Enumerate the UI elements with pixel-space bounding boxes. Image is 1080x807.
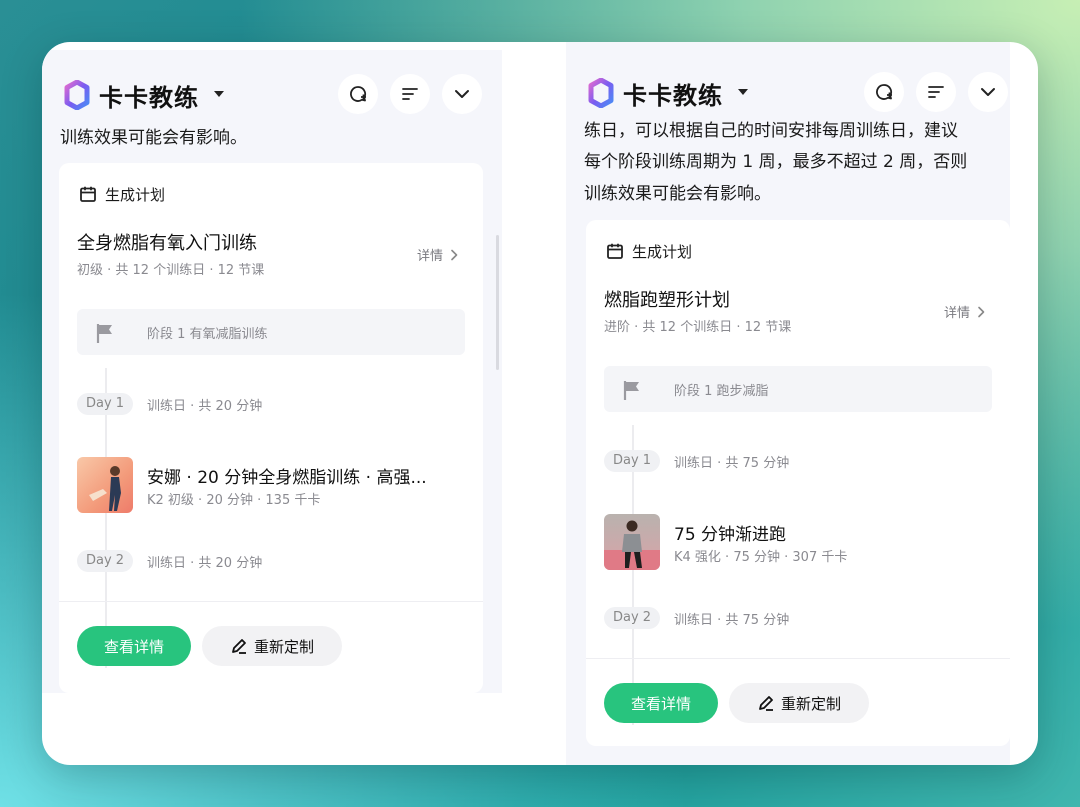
chevron-right-icon bbox=[978, 306, 985, 317]
course-meta: K4 强化 · 75 分钟 · 307 千卡 bbox=[674, 550, 848, 565]
chevron-down-icon bbox=[981, 88, 995, 96]
customize-label: 重新定制 bbox=[253, 637, 314, 656]
divider bbox=[586, 658, 1010, 659]
logo-icon bbox=[64, 80, 90, 110]
header: 卡卡教练 bbox=[566, 68, 1010, 116]
day-info: 训练日 · 共 75 分钟 bbox=[674, 613, 790, 628]
detail-label: 详情 bbox=[417, 249, 444, 264]
calendar-icon bbox=[607, 243, 623, 259]
app-window: 卡卡教练 训练效果可能会有影响。 生成计划 全身燃脂有氧入门训练 初级 · 共 … bbox=[42, 42, 1038, 765]
edit-icon bbox=[232, 639, 246, 654]
intro-line: 训练效果可能会有影响。 bbox=[584, 184, 771, 204]
course-thumbnail[interactable] bbox=[77, 457, 133, 513]
customize-button[interactable]: 重新定制 bbox=[202, 626, 342, 666]
menu-button[interactable] bbox=[390, 74, 430, 114]
app-title[interactable]: 卡卡教练 bbox=[99, 78, 199, 113]
course-title[interactable]: 安娜 · 20 分钟全身燃脂训练 · 高强... bbox=[147, 463, 457, 488]
chevron-down-icon bbox=[455, 90, 469, 98]
intro-line: 每个阶段训练周期为 1 周，最多不超过 2 周，否则 bbox=[584, 152, 968, 172]
edit-icon bbox=[759, 696, 773, 711]
plan-title: 全身燃脂有氧入门训练 bbox=[77, 233, 257, 254]
detail-link[interactable]: 详情 bbox=[944, 302, 988, 321]
collapse-button[interactable] bbox=[442, 74, 482, 114]
plan-title: 燃脂跑塑形计划 bbox=[604, 290, 730, 311]
new-chat-icon bbox=[350, 86, 367, 102]
course-title[interactable]: 75 分钟渐进跑 bbox=[674, 520, 984, 545]
divider bbox=[59, 601, 483, 602]
plan-header-label: 生成计划 bbox=[632, 242, 693, 261]
view-details-button[interactable]: 查看详情 bbox=[77, 626, 191, 666]
customize-button[interactable]: 重新定制 bbox=[729, 683, 869, 723]
stage-label: 阶段 1 有氧减脂训练 bbox=[147, 327, 268, 342]
day-info: 训练日 · 共 20 分钟 bbox=[147, 399, 263, 414]
day-badge: Day 2 bbox=[77, 550, 134, 572]
view-details-button[interactable]: 查看详情 bbox=[604, 683, 718, 723]
menu-icon bbox=[402, 88, 418, 100]
collapse-button[interactable] bbox=[968, 72, 1008, 112]
stage-label: 阶段 1 跑步减脂 bbox=[674, 384, 769, 399]
day-info: 训练日 · 共 20 分钟 bbox=[147, 556, 263, 571]
caret-down-icon[interactable] bbox=[738, 89, 748, 95]
menu-icon bbox=[928, 86, 944, 98]
logo-icon bbox=[588, 78, 614, 108]
header: 卡卡教练 bbox=[42, 70, 502, 118]
right-panel: 卡卡教练 练日，可以根据自己的时间安排每周训练日，建议 每个阶段训练周期为 1 … bbox=[566, 42, 1010, 765]
flag-icon bbox=[623, 381, 639, 400]
chevron-right-icon bbox=[451, 249, 458, 260]
plan-meta: 初级 · 共 12 个训练日 · 12 节课 bbox=[77, 263, 265, 278]
detail-link[interactable]: 详情 bbox=[417, 245, 461, 264]
new-chat-button[interactable] bbox=[338, 74, 378, 114]
plan-header: 生成计划 bbox=[79, 183, 165, 205]
plan-card: 生成计划 燃脂跑塑形计划 进阶 · 共 12 个训练日 · 12 节课 详情 阶… bbox=[586, 220, 1010, 746]
stage-row[interactable]: 阶段 1 跑步减脂 bbox=[604, 366, 992, 412]
plan-header-label: 生成计划 bbox=[105, 185, 166, 204]
plan-header: 生成计划 bbox=[606, 240, 692, 262]
day-info: 训练日 · 共 75 分钟 bbox=[674, 456, 790, 471]
plan-card: 生成计划 全身燃脂有氧入门训练 初级 · 共 12 个训练日 · 12 节课 详… bbox=[59, 163, 483, 693]
calendar-icon bbox=[80, 186, 96, 202]
new-chat-button[interactable] bbox=[864, 72, 904, 112]
day-badge: Day 1 bbox=[604, 450, 661, 472]
plan-meta: 进阶 · 共 12 个训练日 · 12 节课 bbox=[604, 320, 792, 335]
customize-label: 重新定制 bbox=[780, 694, 841, 713]
detail-label: 详情 bbox=[944, 306, 971, 321]
menu-button[interactable] bbox=[916, 72, 956, 112]
stage-row[interactable]: 阶段 1 有氧减脂训练 bbox=[77, 309, 465, 355]
day-badge: Day 2 bbox=[604, 607, 661, 629]
day-badge: Day 1 bbox=[77, 393, 134, 415]
course-thumbnail[interactable] bbox=[604, 514, 660, 570]
intro-line: 训练效果可能会有影响。 bbox=[60, 128, 247, 148]
left-panel: 卡卡教练 训练效果可能会有影响。 生成计划 全身燃脂有氧入门训练 初级 · 共 … bbox=[42, 50, 502, 693]
course-meta: K2 初级 · 20 分钟 · 135 千卡 bbox=[147, 493, 321, 508]
scrollbar[interactable] bbox=[496, 235, 499, 370]
new-chat-icon bbox=[876, 84, 893, 100]
app-title[interactable]: 卡卡教练 bbox=[623, 76, 723, 111]
caret-down-icon[interactable] bbox=[214, 91, 224, 97]
intro-line: 练日，可以根据自己的时间安排每周训练日，建议 bbox=[584, 121, 958, 141]
flag-icon bbox=[96, 324, 112, 343]
